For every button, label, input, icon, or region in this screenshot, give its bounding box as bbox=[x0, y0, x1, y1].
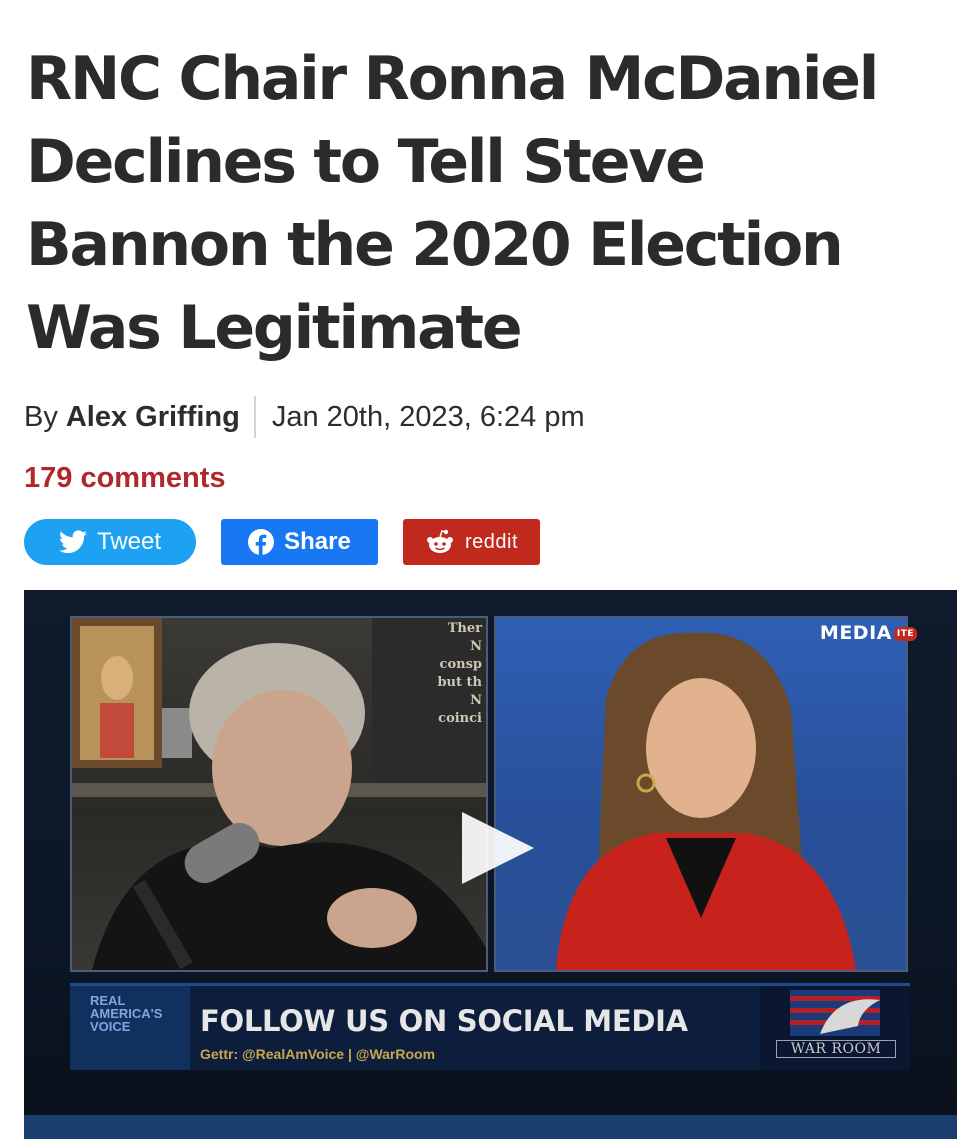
mediaite-logo-sub: ITE bbox=[893, 626, 917, 641]
reddit-share-label: reddit bbox=[464, 530, 519, 553]
book-text-line: N bbox=[470, 693, 482, 708]
headline-line: RNC Chair Ronna McDaniel bbox=[26, 44, 879, 114]
headline-line: Bannon the 2020 Election bbox=[26, 210, 844, 280]
tweet-button[interactable]: Tweet bbox=[24, 519, 196, 565]
twitter-bird-icon bbox=[58, 530, 87, 554]
network-logo-line: VOICE bbox=[90, 1019, 131, 1034]
network-logo: REAL AMERICA'S VOICE bbox=[70, 986, 190, 1070]
play-icon[interactable] bbox=[462, 812, 534, 884]
reddit-alien-icon bbox=[426, 529, 453, 553]
lower-third-title: FOLLOW US ON SOCIAL MEDIA bbox=[200, 1004, 688, 1038]
byline-prefix: By bbox=[24, 400, 58, 433]
video-frame-mcdaniel bbox=[556, 632, 856, 970]
article-headline: RNC Chair Ronna McDaniel Declines to Tel… bbox=[26, 38, 966, 370]
video-panel-left: Ther N consp but th N coinci bbox=[70, 616, 488, 972]
book-text-line: but th bbox=[437, 675, 482, 690]
background-book-text: Ther N consp but th N coinci bbox=[430, 620, 486, 728]
facebook-share-button[interactable]: Share bbox=[221, 519, 378, 565]
video-bottom-bar bbox=[24, 1115, 957, 1139]
book-text-line: consp bbox=[439, 657, 482, 672]
comments-link[interactable]: 179 comments bbox=[24, 458, 226, 498]
video-frame-bannon bbox=[72, 618, 486, 970]
book-text-line: coinci bbox=[438, 711, 482, 726]
author-link[interactable]: Alex Griffing bbox=[66, 401, 240, 434]
byline: By Alex Griffing Jan 20th, 2023, 6:24 pm bbox=[24, 396, 585, 438]
show-logo: WAR ROOM bbox=[760, 986, 910, 1070]
reddit-share-button[interactable]: reddit bbox=[403, 519, 540, 565]
byline-divider bbox=[253, 396, 256, 438]
book-text-line: Ther bbox=[447, 621, 482, 636]
headline-line: Declines to Tell Steve bbox=[26, 127, 706, 197]
show-logo-text: WAR ROOM bbox=[776, 1040, 896, 1058]
eagle-flag-icon bbox=[790, 990, 880, 1036]
mediaite-watermark: MEDIA ITE bbox=[820, 622, 917, 644]
video-player[interactable]: Ther N consp but th N coinci MEDIA ITE RE… bbox=[24, 590, 957, 1139]
tweet-label: Tweet bbox=[96, 528, 162, 555]
facebook-icon bbox=[248, 529, 275, 555]
book-text-line: N bbox=[470, 639, 482, 654]
facebook-share-label: Share bbox=[284, 528, 351, 555]
headline-line: Was Legitimate bbox=[26, 293, 523, 363]
lower-third-banner: REAL AMERICA'S VOICE FOLLOW US ON SOCIAL… bbox=[70, 983, 910, 1070]
lower-third-subtitle: Gettr: @RealAmVoice | @WarRoom bbox=[200, 1046, 436, 1062]
publish-date: Jan 20th, 2023, 6:24 pm bbox=[271, 400, 585, 433]
mediaite-logo-text: MEDIA bbox=[819, 622, 892, 644]
video-panel-right bbox=[494, 616, 908, 972]
